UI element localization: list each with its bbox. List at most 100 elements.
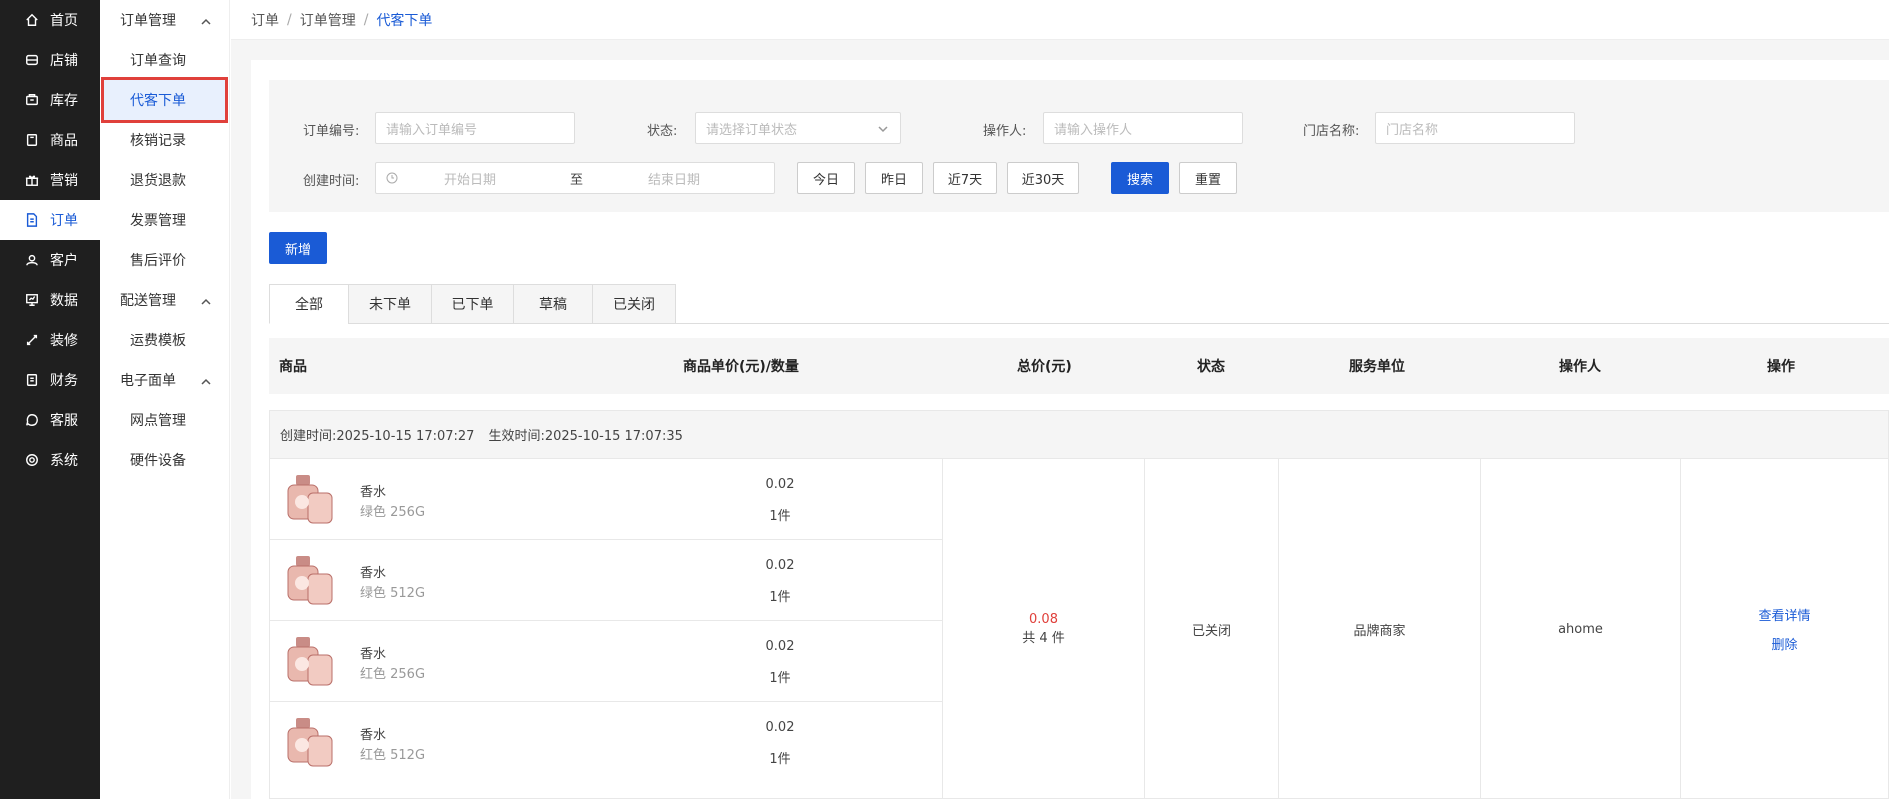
order-icon bbox=[24, 212, 40, 228]
col-header-price-qty: 商品单价(元)/数量 bbox=[683, 359, 799, 375]
total-cell: 0.08 共 4 件 bbox=[942, 459, 1144, 799]
tab-all[interactable]: 全部 bbox=[269, 284, 349, 324]
tab-closed[interactable]: 已关闭 bbox=[592, 284, 676, 324]
last-30-days-button[interactable]: 近30天 bbox=[1007, 162, 1079, 194]
submenu-item-proxy-order[interactable]: 代客下单 bbox=[101, 77, 228, 123]
status-select[interactable]: 请选择订单状态 bbox=[695, 112, 901, 144]
submenu-item-shipping-templates[interactable]: 运费模板 bbox=[100, 320, 229, 360]
created-time: 创建时间:2025-10-15 17:07:27 bbox=[280, 429, 475, 444]
inventory-icon bbox=[24, 92, 40, 108]
submenu-item-verification-records[interactable]: 核销记录 bbox=[100, 120, 229, 160]
rail-item-decorate[interactable]: 装修 bbox=[0, 320, 100, 360]
reset-button[interactable]: 重置 bbox=[1179, 162, 1237, 194]
submenu-item-invoices[interactable]: 发票管理 bbox=[100, 200, 229, 240]
submenu-group-e-waybill[interactable]: 电子面单 bbox=[100, 360, 229, 400]
order-status: 已关闭 bbox=[1191, 623, 1231, 639]
delete-link[interactable]: 删除 bbox=[1771, 634, 1797, 653]
chevron-up-icon bbox=[201, 15, 211, 25]
submenu-item-outlets[interactable]: 网点管理 bbox=[100, 400, 229, 440]
chevron-up-icon bbox=[201, 295, 211, 305]
unit-price: 0.02 bbox=[765, 720, 795, 735]
operator-name: ahome bbox=[1558, 621, 1603, 637]
main-nav-rail: 首页 店铺 库存 商品 营销 订单 客户 数据 装修 财务 客服 系统 bbox=[0, 0, 100, 799]
store-input[interactable]: 门店名称 bbox=[1375, 112, 1575, 144]
submenu-group-label: 电子面单 bbox=[120, 373, 176, 389]
rail-item-customer[interactable]: 客户 bbox=[0, 240, 100, 280]
decorate-icon bbox=[24, 332, 40, 348]
submenu-item-reviews[interactable]: 售后评价 bbox=[100, 240, 229, 280]
unit-price: 0.02 bbox=[765, 558, 795, 573]
product-name: 香水 bbox=[360, 485, 387, 500]
start-date-input[interactable]: 开始日期 bbox=[444, 169, 496, 188]
breadcrumb-separator: / bbox=[363, 11, 369, 28]
today-button[interactable]: 今日 bbox=[797, 162, 855, 194]
product-spec: 绿色 256G bbox=[360, 505, 426, 520]
breadcrumb: 订单 / 订单管理 / 代客下单 bbox=[231, 0, 1889, 40]
rail-item-service[interactable]: 客服 bbox=[0, 400, 100, 440]
unit-price: 0.02 bbox=[765, 477, 795, 492]
product-spec: 红色 512G bbox=[360, 748, 426, 763]
tab-not-ordered[interactable]: 未下单 bbox=[348, 284, 432, 324]
table-row: 香水 红色 512G 0.02 1件 bbox=[270, 702, 942, 783]
col-header-total: 总价(元) bbox=[1017, 359, 1072, 375]
product-spec: 绿色 512G bbox=[360, 586, 426, 601]
product-thumbnail[interactable] bbox=[280, 631, 340, 691]
rail-item-label: 系统 bbox=[50, 453, 78, 469]
product-name: 香水 bbox=[360, 566, 387, 581]
submenu-item-hardware[interactable]: 硬件设备 bbox=[100, 440, 229, 480]
yesterday-button[interactable]: 昨日 bbox=[865, 162, 923, 194]
rail-item-marketing[interactable]: 营销 bbox=[0, 160, 100, 200]
breadcrumb-item[interactable]: 订单管理 bbox=[300, 10, 356, 30]
status-cell: 已关闭 bbox=[1144, 459, 1278, 799]
date-range-picker[interactable]: 开始日期 至 结束日期 bbox=[375, 162, 775, 194]
rail-item-home[interactable]: 首页 bbox=[0, 0, 100, 40]
last-7-days-button[interactable]: 近7天 bbox=[933, 162, 997, 194]
main-content: 订单 / 订单管理 / 代客下单 订单编号: 请输入订单编号 状态: 请选择订单… bbox=[231, 0, 1889, 799]
rail-item-finance[interactable]: 财务 bbox=[0, 360, 100, 400]
submenu-group-order-management[interactable]: 订单管理 bbox=[100, 0, 229, 40]
rail-item-data[interactable]: 数据 bbox=[0, 280, 100, 320]
product-thumbnail[interactable] bbox=[280, 469, 340, 529]
order-no-label: 订单编号: bbox=[303, 124, 360, 139]
view-details-link[interactable]: 查看详情 bbox=[1758, 605, 1810, 624]
submenu-item-order-query[interactable]: 订单查询 bbox=[100, 40, 229, 80]
rail-item-order[interactable]: 订单 bbox=[0, 200, 100, 240]
table-row: 香水 绿色 512G 0.02 1件 bbox=[270, 540, 942, 621]
submenu-item-refunds[interactable]: 退货退款 bbox=[100, 160, 229, 200]
rail-item-goods[interactable]: 商品 bbox=[0, 120, 100, 160]
product-thumbnail[interactable] bbox=[280, 550, 340, 610]
finance-icon bbox=[24, 372, 40, 388]
submenu-group-label: 配送管理 bbox=[120, 293, 176, 309]
tab-draft[interactable]: 草稿 bbox=[513, 284, 593, 324]
rail-item-label: 装修 bbox=[50, 333, 78, 349]
breadcrumb-separator: / bbox=[287, 11, 292, 28]
rail-item-label: 库存 bbox=[50, 93, 78, 109]
col-header-status: 状态 bbox=[1197, 359, 1225, 375]
rail-item-inventory[interactable]: 库存 bbox=[0, 80, 100, 120]
order-body: 香水 绿色 256G 0.02 1件 香水 绿色 512G 0.02 1件 香水… bbox=[270, 459, 1888, 799]
breadcrumb-item[interactable]: 订单 bbox=[251, 10, 279, 30]
settings-icon bbox=[24, 452, 40, 468]
col-header-actions: 操作 bbox=[1767, 359, 1795, 375]
quantity: 1件 bbox=[769, 671, 791, 686]
quantity: 1件 bbox=[769, 509, 791, 524]
search-button[interactable]: 搜索 bbox=[1111, 162, 1169, 194]
end-date-input[interactable]: 结束日期 bbox=[648, 169, 700, 188]
range-separator: 至 bbox=[570, 172, 584, 188]
rail-item-label: 订单 bbox=[50, 213, 78, 229]
product-thumbnail[interactable] bbox=[280, 712, 340, 772]
created-time-label: 创建时间: bbox=[303, 174, 360, 189]
table-header: 商品 商品单价(元)/数量 总价(元) 状态 服务单位 操作人 操作 bbox=[269, 338, 1889, 394]
service-unit: 品牌商家 bbox=[1353, 623, 1406, 639]
add-button[interactable]: 新增 bbox=[269, 232, 327, 264]
submenu-group-delivery[interactable]: 配送管理 bbox=[100, 280, 229, 320]
home-icon bbox=[24, 12, 40, 28]
effective-time: 生效时间:2025-10-15 17:07:35 bbox=[488, 429, 683, 444]
rail-item-system[interactable]: 系统 bbox=[0, 440, 100, 480]
operator-input[interactable]: 请输入操作人 bbox=[1043, 112, 1243, 144]
tab-ordered[interactable]: 已下单 bbox=[431, 284, 514, 324]
order-no-input[interactable]: 请输入订单编号 bbox=[375, 112, 575, 144]
rail-item-store[interactable]: 店铺 bbox=[0, 40, 100, 80]
order-header: 创建时间:2025-10-15 17:07:27 生效时间:2025-10-15… bbox=[270, 411, 1888, 459]
col-header-operator: 操作人 bbox=[1559, 359, 1601, 375]
